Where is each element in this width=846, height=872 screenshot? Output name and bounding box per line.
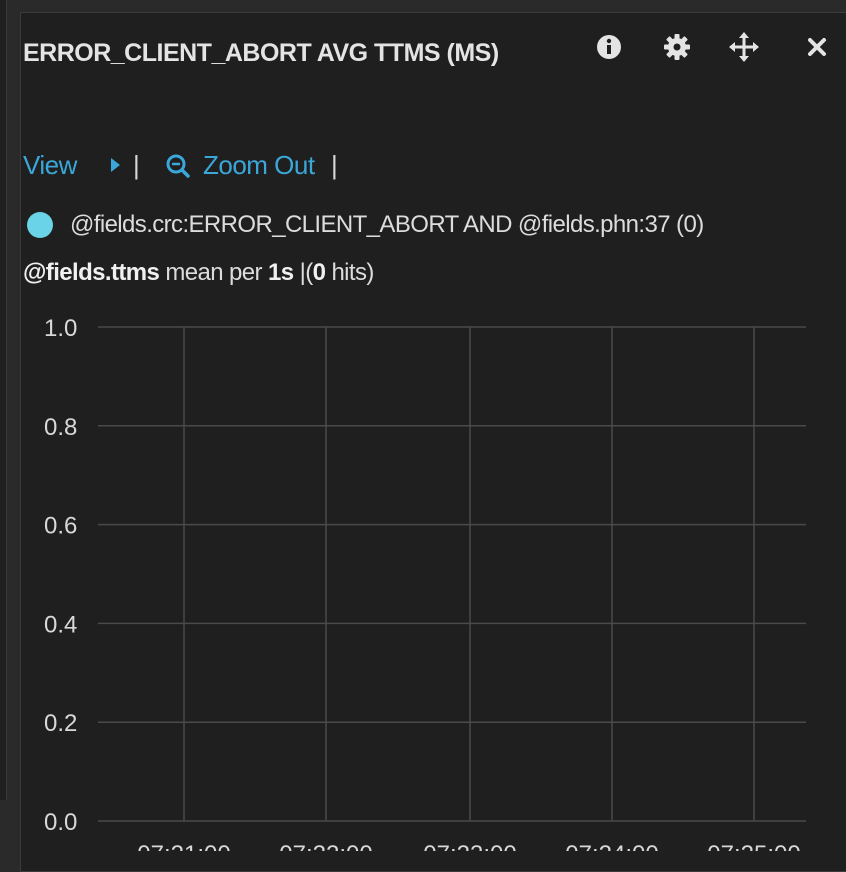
x-tick-label: 07:24:00 — [565, 841, 658, 851]
x-tick-label: 07:23:00 — [423, 841, 516, 851]
y-tick-label: 1.0 — [44, 315, 77, 342]
x-tick-label: 07:21:00 — [137, 841, 230, 851]
x-tick-label: 07:22:00 — [279, 841, 372, 851]
y-tick-label: 0.4 — [44, 611, 77, 638]
chart: 0.0 0.2 0.4 0.6 0.8 1.0 07:21:00 07:22:00 07:23… — [44, 315, 806, 851]
y-tick-label: 0.8 — [44, 414, 77, 441]
x-tick-label: 07:25:00 — [707, 841, 800, 851]
y-tick-label: 0.2 — [44, 710, 77, 737]
y-tick-label: 0.6 — [44, 513, 77, 540]
y-tick-label: 0.0 — [44, 809, 77, 836]
